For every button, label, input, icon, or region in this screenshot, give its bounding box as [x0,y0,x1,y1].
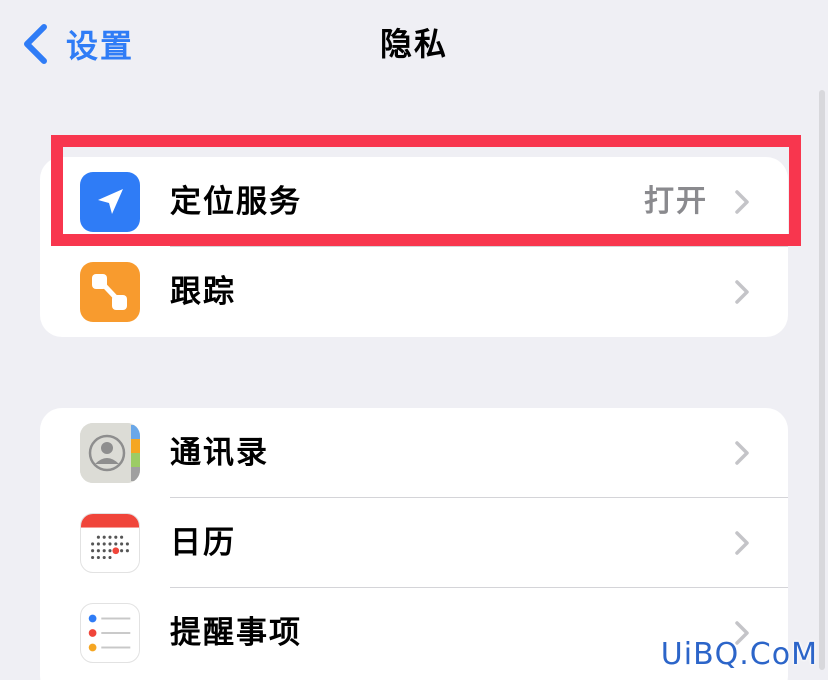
watermark: UiBQ.CoM [660,637,818,672]
row-value: 打开 [644,184,708,219]
chevron-right-icon [734,279,750,305]
calendar-icon [80,513,140,573]
chevron-right-icon [734,189,750,215]
row-label: 日历 [170,525,236,561]
row-calendar[interactable]: 日历 [40,498,788,588]
chevron-right-icon [734,530,750,556]
row-contacts[interactable]: 通讯录 [40,408,788,498]
page-title: 隐私 [379,25,448,63]
contacts-icon [80,423,140,483]
row-label: 提醒事项 [170,615,302,651]
reminders-icon [80,603,140,663]
row-tracking[interactable]: 跟踪 [40,247,788,337]
location-arrow-icon [80,172,140,232]
chevron-right-icon [734,440,750,466]
navigation-bar: 设置 隐私 [0,0,828,90]
row-location-services[interactable]: 定位服务 打开 [40,157,788,247]
settings-group-location: 定位服务 打开 跟踪 [40,157,788,337]
row-label: 定位服务 [170,184,302,220]
scrollbar[interactable] [819,90,825,670]
row-label: 跟踪 [170,274,236,310]
row-label: 通讯录 [170,435,269,471]
tracking-icon [80,262,140,322]
